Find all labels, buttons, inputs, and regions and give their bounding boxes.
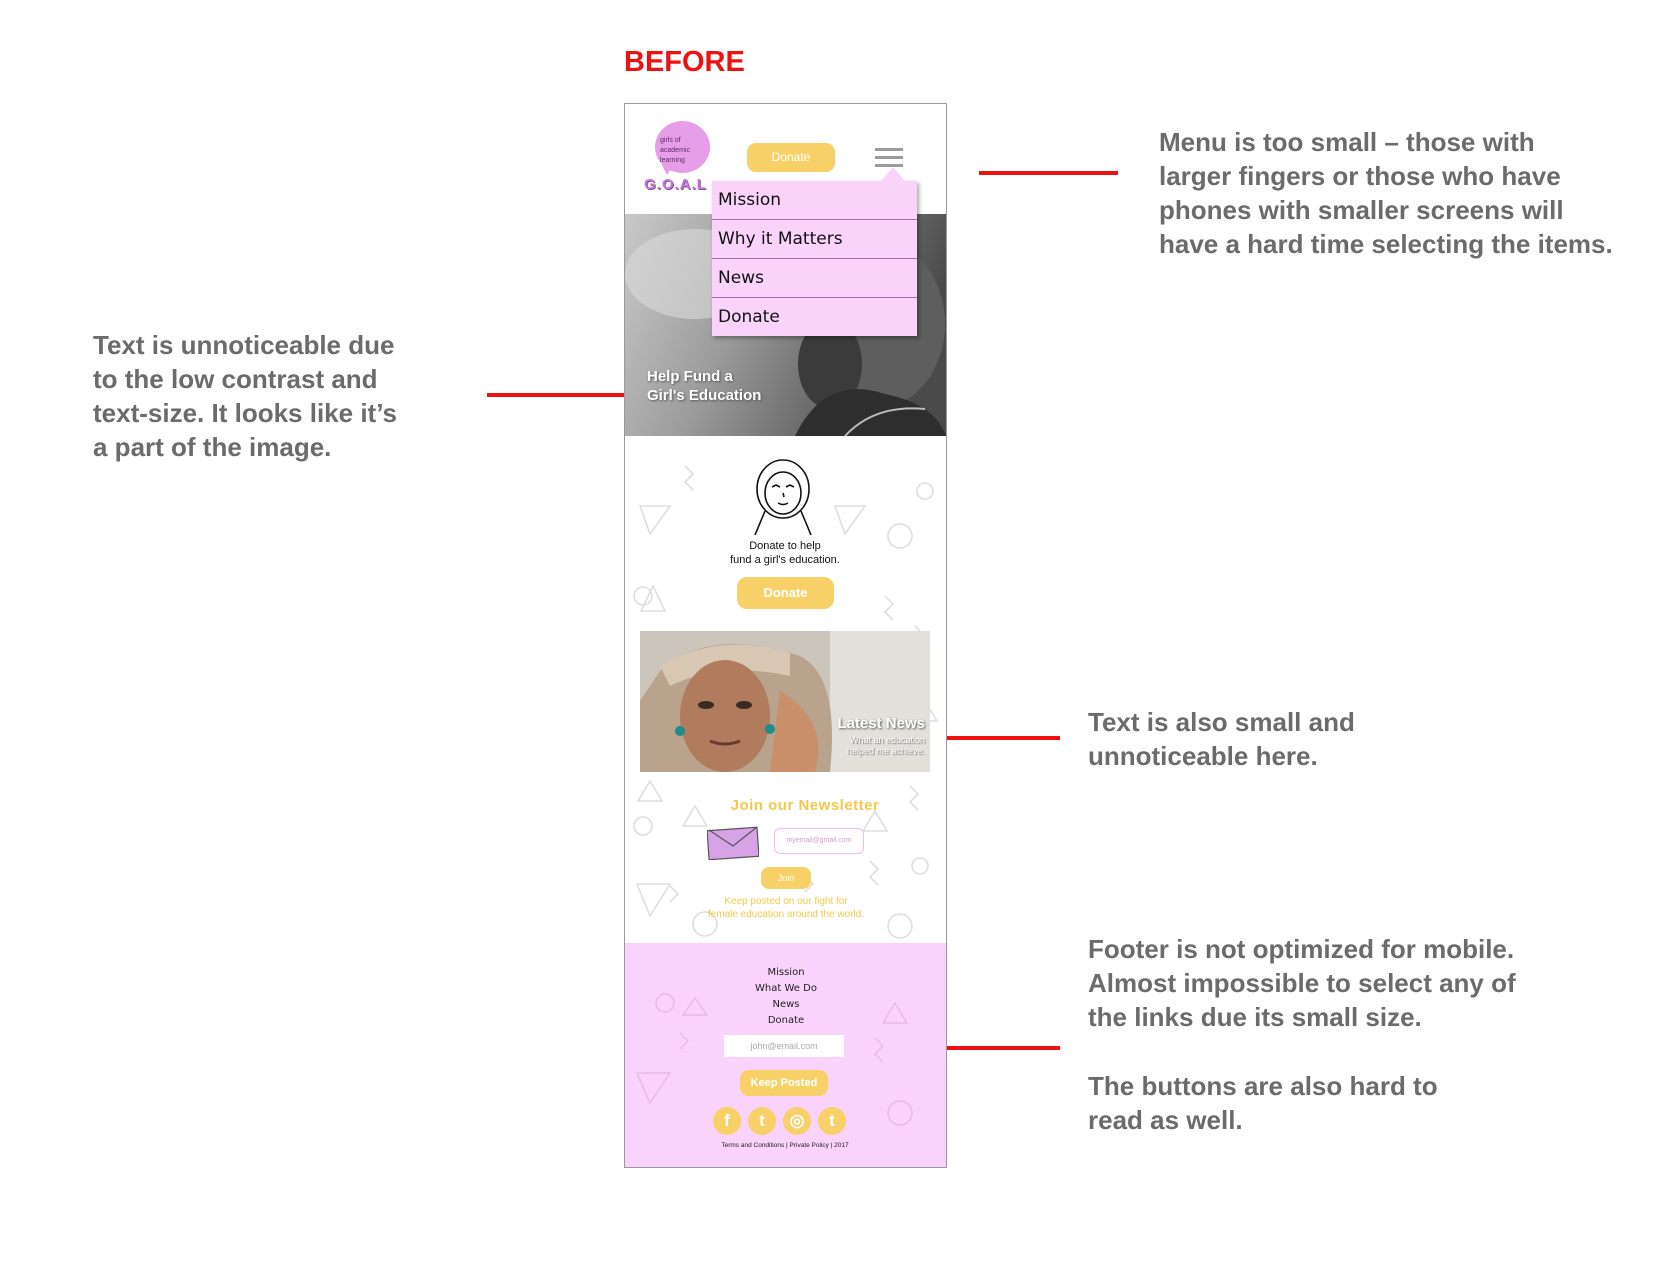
newsletter-description: Keep posted on our fight for female educ… (675, 895, 897, 921)
menu-item-why-it-matters[interactable]: Why it Matters (712, 220, 917, 259)
menu-pointer-line (979, 171, 1118, 175)
annotation-line: Menu is too small – those with (1159, 127, 1535, 157)
logo-tagline-line: learning (660, 157, 685, 164)
mobile-mockup: girls of academic learning G.O.A.L Donat… (624, 103, 947, 1168)
menu-annotation: Menu is too small – those with larger fi… (1159, 125, 1613, 261)
facebook-icon[interactable]: f (713, 1107, 741, 1135)
footer-link-mission[interactable]: Mission (725, 965, 847, 981)
newsletter-title: Join our Newsletter (730, 797, 880, 814)
annotation-line: Text is also small and (1088, 707, 1355, 737)
news-annotation: Text is also small and unnoticeable here… (1088, 705, 1355, 773)
annotation-line: Text is unnoticeable due (93, 330, 395, 360)
footer: Mission What We Do News Donate john@emai… (625, 943, 946, 1167)
hamburger-menu-icon[interactable] (875, 148, 903, 168)
annotation-line: the links due its small size. (1088, 1002, 1422, 1032)
logo-tagline-line: girls of (660, 137, 681, 144)
donate-description-line: fund a girl's education. (730, 554, 840, 566)
annotation-line: larger fingers or those who have (1159, 161, 1561, 191)
twitter-icon[interactable]: t (748, 1107, 776, 1135)
latest-news-subtitle-line: helped me achieve. (846, 746, 925, 756)
annotation-line: read as well. (1088, 1105, 1243, 1135)
newsletter-description-line: Keep posted on our fight for (724, 896, 848, 907)
latest-news-title: Latest News (837, 715, 925, 732)
annotation-line: The buttons are also hard to (1088, 1071, 1438, 1101)
tumblr-icon[interactable]: t (818, 1107, 846, 1135)
menu-item-news[interactable]: News (712, 259, 917, 298)
annotation-line: Almost impossible to select any of (1088, 968, 1516, 998)
annotation-line: text-size. It looks like it’s (93, 398, 397, 428)
hero-headline-line: Girl's Education (647, 387, 762, 404)
donate-description: Donate to help fund a girl's education. (685, 539, 885, 567)
hero-headline: Help Fund a Girl's Education (647, 367, 761, 405)
instagram-icon[interactable]: ◎ (783, 1107, 811, 1135)
footer-legal[interactable]: Terms and Conditions | Private Policy | … (685, 1142, 885, 1149)
annotation-line: Footer is not optimized for mobile. (1088, 934, 1515, 964)
footer-annotation: Footer is not optimized for mobile. Almo… (1088, 932, 1516, 1034)
logo-tagline: girls of academic learning (660, 136, 706, 166)
donate-button[interactable]: Donate (737, 577, 834, 609)
newsletter-description-line: female education around the world. (707, 909, 865, 920)
footer-email-input[interactable]: john@email.com (724, 1035, 844, 1057)
donate-description-line: Donate to help (749, 540, 821, 552)
annotation-line: a part of the image. (93, 432, 332, 462)
annotation-line: phones with smaller screens will (1159, 195, 1564, 225)
annotation-line: unnoticeable here. (1088, 741, 1318, 771)
newsletter-email-input[interactable]: myemail@gmail.com (774, 828, 864, 854)
hijab-woman-icon (754, 459, 812, 536)
footer-link-what-we-do[interactable]: What We Do (725, 981, 847, 997)
hero-pointer-line (487, 393, 625, 397)
menu-item-donate[interactable]: Donate (712, 298, 917, 336)
annotation-line: to the low contrast and (93, 364, 378, 394)
envelope-icon (707, 826, 759, 860)
annotation-line: have a hard time selecting the items. (1159, 229, 1613, 259)
keep-posted-button[interactable]: Keep Posted (740, 1070, 828, 1096)
logo-tagline-line: academic (660, 147, 690, 154)
latest-news-subtitle: What an education helped me achieve. (815, 735, 925, 757)
hero-text-annotation: Text is unnoticeable due to the low cont… (93, 328, 397, 464)
footer-links: Mission What We Do News Donate (725, 965, 847, 1029)
dropdown-menu: Mission Why it Matters News Donate (712, 167, 917, 336)
footer-link-news[interactable]: News (725, 997, 847, 1013)
hero-headline-line: Help Fund a (647, 368, 733, 385)
footer-link-donate[interactable]: Donate (725, 1013, 847, 1029)
join-button[interactable]: Join (761, 867, 811, 889)
before-heading: BEFORE (624, 46, 745, 78)
menu-item-mission[interactable]: Mission (712, 181, 917, 220)
header-donate-button[interactable]: Donate (747, 143, 835, 172)
logo-name: G.O.A.L (644, 176, 707, 193)
buttons-annotation: The buttons are also hard to read as wel… (1088, 1069, 1438, 1137)
latest-news-subtitle-line: What an education (849, 735, 925, 745)
